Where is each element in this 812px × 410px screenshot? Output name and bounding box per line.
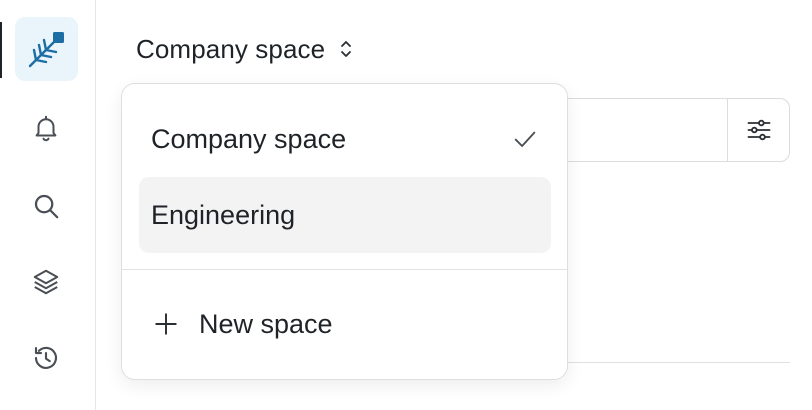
sidebar-item-search[interactable] bbox=[30, 190, 62, 222]
space-dropdown-menu: Company space Engineering New space bbox=[121, 83, 568, 380]
content-divider bbox=[560, 362, 790, 363]
new-space-label: New space bbox=[199, 308, 333, 339]
dropdown-item-company-space[interactable]: Company space bbox=[139, 101, 551, 177]
history-icon bbox=[34, 346, 58, 369]
sidebar bbox=[0, 0, 96, 410]
search-icon bbox=[34, 194, 59, 219]
space-selector-label: Company space bbox=[136, 33, 326, 64]
dropdown-item-label: Company space bbox=[151, 123, 347, 154]
space-selector[interactable]: Company space bbox=[136, 30, 355, 68]
bell-icon bbox=[35, 115, 57, 142]
filter-button[interactable] bbox=[727, 99, 789, 161]
dropdown-item-label: Engineering bbox=[151, 199, 296, 230]
sidebar-item-layers[interactable] bbox=[30, 266, 62, 298]
chevron-up-down-icon bbox=[341, 41, 352, 57]
check-icon bbox=[514, 131, 536, 147]
sidebar-item-notifications[interactable] bbox=[30, 112, 62, 144]
sliders-icon bbox=[747, 119, 770, 141]
plus-icon bbox=[155, 313, 177, 335]
dropdown-item-engineering[interactable]: Engineering bbox=[139, 177, 551, 253]
sidebar-item-home[interactable] bbox=[15, 17, 78, 81]
new-space-button[interactable]: New space bbox=[139, 286, 551, 362]
dropdown-separator bbox=[122, 269, 567, 270]
sidebar-item-history[interactable] bbox=[30, 342, 62, 374]
layers-icon bbox=[33, 269, 59, 295]
active-indicator bbox=[0, 22, 2, 78]
feather-logo-icon bbox=[28, 32, 64, 68]
